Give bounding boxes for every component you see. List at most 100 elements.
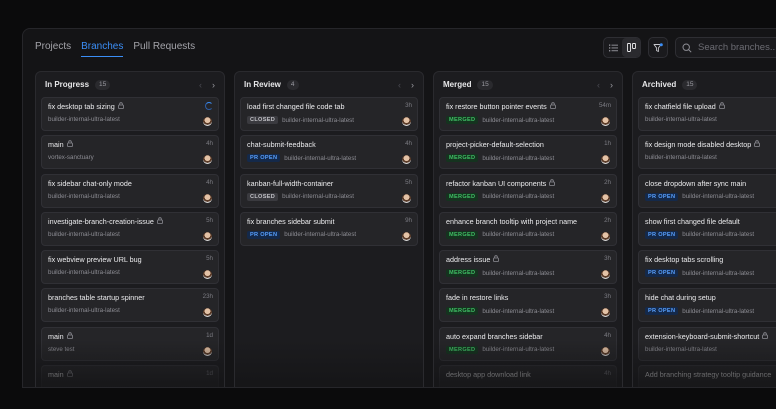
project-name: builder-internal-ultra-latest <box>682 269 755 277</box>
branch-name: address issue <box>446 255 491 265</box>
project-name: builder-internal-ultra-latest <box>48 307 120 315</box>
branch-card[interactable]: Add branching strategy tooltip guidance <box>638 365 776 387</box>
avatar <box>203 155 212 165</box>
branch-name: fix design mode disabled desktop <box>645 140 752 150</box>
view-toggle <box>603 37 641 58</box>
avatar <box>601 117 610 126</box>
lock-icon <box>157 217 163 226</box>
updated-time: 1d <box>206 331 213 339</box>
project-name: steve test <box>48 345 75 353</box>
avatar <box>203 117 212 126</box>
card-title-row: address issue <box>446 255 596 264</box>
card-meta-row: PR OPEN builder-internal-ultra-latest <box>247 230 411 239</box>
branch-card[interactable]: address issue 3h MERGED builder-internal-ul… <box>439 250 617 285</box>
branch-card[interactable]: show first changed file default PR OPEN bu… <box>638 211 776 246</box>
kanban-view-button[interactable] <box>622 38 640 57</box>
tab-branches[interactable]: Branches <box>81 41 124 57</box>
branch-name: project-picker-default-selection <box>446 140 544 150</box>
card-meta-row: builder-internal-ultra-latest <box>48 116 212 123</box>
branch-card[interactable]: load first changed file code tab 3h CLOSED… <box>240 97 418 131</box>
branch-card[interactable]: extension-keyboard-submit-shortcut builde… <box>638 326 776 361</box>
chevron-left-icon[interactable]: ‹ <box>398 80 401 90</box>
branch-card[interactable]: fix restore button pointer events 54m MERG… <box>439 97 617 131</box>
branch-card[interactable]: fix sidebar chat-only mode 4h builder-inte… <box>41 173 219 208</box>
card-meta-row: builder-internal-ultra-latest <box>48 307 212 314</box>
branch-card[interactable]: hide chat during setup PR OPEN builder-int… <box>638 288 776 323</box>
project-name: builder-internal-ultra-latest <box>282 193 354 201</box>
lock-icon <box>117 102 124 111</box>
status-badge: PR OPEN <box>645 269 679 278</box>
search-input[interactable] <box>698 42 776 53</box>
card-meta-row: builder-internal-ultra-latest <box>645 154 776 161</box>
branch-card[interactable]: fade in restore links 3h MERGED builder-int… <box>439 288 617 323</box>
card-title-row: branches table startup spinner <box>48 293 198 302</box>
branch-card[interactable]: main 1d steve test <box>41 326 219 361</box>
updated-time: 4h <box>604 331 611 339</box>
branch-name: desktop app download link <box>446 370 531 380</box>
branch-card[interactable]: main 4h vortex-sanctuary <box>41 135 219 170</box>
branch-name: fix chatfield file upload <box>645 102 716 111</box>
branch-card[interactable]: main 1d <box>41 365 219 387</box>
card-meta-row: MERGED builder-internal-ultra-latest <box>446 154 610 163</box>
branch-card[interactable]: fix design mode disabled desktop builder-… <box>638 135 776 170</box>
branch-card[interactable]: fix chatfield file upload builder-interna… <box>638 97 776 131</box>
column-count-badge: 15 <box>477 79 493 90</box>
chevron-right-icon[interactable]: › <box>411 80 414 90</box>
branch-card[interactable]: fix webview preview URL bug 5h builder-int… <box>41 250 219 285</box>
chevron-right-icon[interactable]: › <box>610 80 613 90</box>
branch-card[interactable]: kanban-full-width-container 5h CLOSED build… <box>240 173 418 208</box>
chevron-left-icon[interactable]: ‹ <box>199 80 202 90</box>
card-meta-row: builder-internal-ultra-latest <box>645 346 776 353</box>
list-view-button[interactable] <box>604 38 622 57</box>
card-title-row: fix sidebar chat-only mode <box>48 179 198 188</box>
card-list: fix desktop tab sizing builder-internal-u… <box>36 97 224 387</box>
avatar <box>203 270 212 280</box>
branch-card[interactable]: desktop app download link 4h <box>439 365 617 387</box>
branch-card[interactable]: fix branches sidebar submit 9h PR OPEN buil… <box>240 211 418 246</box>
column-nav: ‹ › <box>597 80 613 90</box>
branch-card[interactable]: close dropdown after sync main PR OPEN bui… <box>638 173 776 208</box>
branch-card[interactable]: chat-submit-feedback 4h PR OPEN builder-int… <box>240 135 418 170</box>
updated-time: 5h <box>206 255 213 263</box>
chevron-left-icon[interactable]: ‹ <box>597 80 600 90</box>
tab-pull-requests[interactable]: Pull Requests <box>133 41 195 57</box>
branch-card[interactable]: branches table startup spinner 23h builder… <box>41 288 219 323</box>
project-name: builder-internal-ultra-latest <box>48 269 120 277</box>
status-badge: CLOSED <box>247 116 279 124</box>
column-in-review: In Review 4 ‹ › load first changed file code… <box>234 71 424 387</box>
branch-name: fade in restore links <box>446 293 509 303</box>
status-badge: PR OPEN <box>247 230 281 239</box>
lock-icon <box>66 140 73 149</box>
updated-time: 2h <box>604 216 611 224</box>
branch-name: fix desktop tab sizing <box>48 102 115 111</box>
column-in-progress: In Progress 15 ‹ › fix desktop tab sizing bui… <box>35 71 225 387</box>
status-badge: MERGED <box>446 116 479 124</box>
status-badge: MERGED <box>446 192 479 201</box>
filter-button[interactable] <box>648 37 668 58</box>
card-title-row: main <box>48 332 198 341</box>
chevron-right-icon[interactable]: › <box>212 80 215 90</box>
column-header: Archived 15 <box>633 72 776 97</box>
status-badge: PR OPEN <box>247 154 281 163</box>
project-name: builder-internal-ultra-latest <box>284 154 357 162</box>
avatar <box>402 193 411 203</box>
card-title-row: fix design mode disabled desktop <box>645 140 776 149</box>
project-name: builder-internal-ultra-latest <box>482 193 555 201</box>
branch-card[interactable]: fix desktop tab sizing builder-internal-u… <box>41 97 219 131</box>
project-name: builder-internal-ultra-latest <box>645 116 717 123</box>
card-meta-row: CLOSED builder-internal-ultra-latest <box>247 116 411 124</box>
branch-card[interactable]: fix desktop tabs scrolling PR OPEN builder… <box>638 250 776 285</box>
branch-card[interactable]: enhance branch tooltip with project name… <box>439 211 617 246</box>
branch-card[interactable]: auto expand branches sidebar 4h MERGED buil… <box>439 326 617 361</box>
tab-projects[interactable]: Projects <box>35 41 71 57</box>
project-name: vortex-sanctuary <box>48 154 94 162</box>
column-title: In Progress <box>45 80 90 89</box>
branch-card[interactable]: project-picker-default-selection 1h MERGED… <box>439 135 617 170</box>
updated-time: 23h <box>202 293 213 301</box>
branch-card[interactable]: refactor kanban UI components 2h MERGED bui… <box>439 173 617 208</box>
column-nav: ‹ › <box>199 80 215 90</box>
branch-card[interactable]: investigate-branch-creation-issue 5h build… <box>41 211 219 246</box>
updated-time: 5h <box>206 216 213 224</box>
project-name: builder-internal-ultra-latest <box>682 307 755 315</box>
lock-icon <box>762 332 769 341</box>
